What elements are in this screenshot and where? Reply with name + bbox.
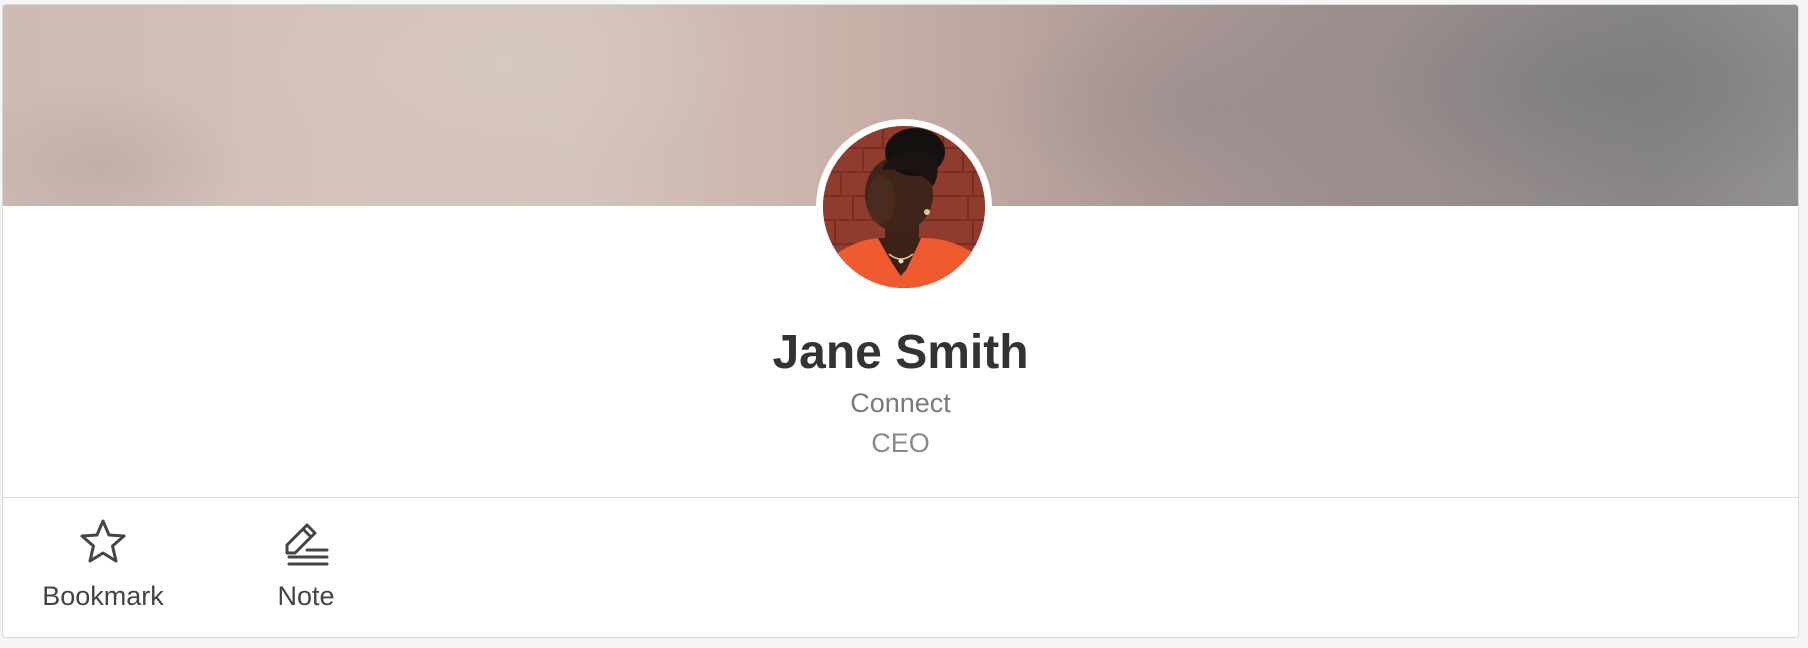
profile-role: CEO — [871, 428, 930, 458]
bookmark-button[interactable]: Bookmark — [33, 517, 173, 613]
note-button[interactable]: Note — [253, 517, 359, 613]
connect-link[interactable]: Connect — [3, 385, 1798, 421]
edit-note-icon — [285, 523, 329, 566]
note-label: Note — [277, 581, 335, 611]
bookmark-label: Bookmark — [42, 581, 164, 611]
profile-card: Jane Smith Connect CEO Bookmark Note — [2, 4, 1799, 638]
avatar-ring — [816, 119, 992, 295]
star-icon — [80, 519, 126, 563]
divider — [3, 497, 1798, 498]
avatar[interactable] — [823, 126, 985, 288]
avatar-photo — [823, 126, 985, 288]
profile-name: Jane Smith — [772, 326, 1029, 379]
